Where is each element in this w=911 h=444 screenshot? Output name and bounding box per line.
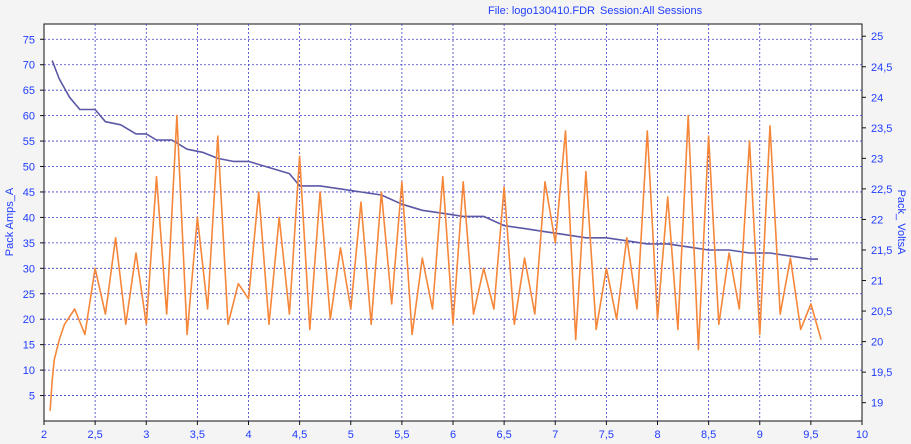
y-left-tick-label: 45 — [23, 187, 35, 199]
x-tick-label: 3,5 — [190, 429, 205, 441]
x-tick-label: 9,5 — [803, 429, 818, 441]
y-right-tick-label: 19,5 — [871, 367, 892, 379]
y-left-tick-label: 55 — [23, 136, 35, 148]
x-tick-label: 8,5 — [701, 429, 716, 441]
y-left-tick-label: 25 — [23, 289, 35, 301]
x-tick-label: 5,5 — [394, 429, 409, 441]
x-tick-label: 8 — [654, 429, 660, 441]
y-axis-right-title: Pack_ VoltsA — [895, 190, 907, 255]
x-tick-label: 7 — [552, 429, 558, 441]
y-right-tick-label: 22,5 — [871, 184, 892, 196]
chart-container: File: logo130410.FDR Session:All Session… — [0, 0, 911, 444]
y-right-tick-label: 20 — [871, 337, 883, 349]
x-tick-label: 3 — [143, 429, 149, 441]
y-axis-left-title: Pack Amps_A — [4, 187, 16, 256]
x-tick-label: 5 — [348, 429, 354, 441]
y-left-tick-label: 40 — [23, 212, 35, 224]
y-left-tick-label: 60 — [23, 111, 35, 123]
y-right-tick-label: 21 — [871, 276, 883, 288]
x-tick-label: 6 — [450, 429, 456, 441]
chart-svg: File: logo130410.FDR Session:All Session… — [4, 5, 907, 441]
y-right-tick-label: 23 — [871, 153, 883, 165]
file-label: File: logo130410.FDR — [488, 5, 595, 17]
x-tick-label: 6,5 — [496, 429, 511, 441]
y-right-tick-label: 23,5 — [871, 123, 892, 135]
y-left-tick-label: 15 — [23, 340, 35, 352]
session-label: Session:All Sessions — [600, 5, 703, 17]
y-left-tick-label: 30 — [23, 263, 35, 275]
y-right-tick-label: 24,5 — [871, 62, 892, 74]
y-right-tick-label: 20,5 — [871, 306, 892, 318]
x-tick-label: 4 — [245, 429, 251, 441]
x-tick-label: 2 — [41, 429, 47, 441]
y-right-tick-label: 22 — [871, 214, 883, 226]
x-tick-label: 2,5 — [87, 429, 102, 441]
y-left-tick-label: 75 — [23, 34, 35, 46]
y-left-tick-label: 65 — [23, 85, 35, 97]
x-tick-label: 4,5 — [292, 429, 307, 441]
x-tick-label: 10 — [856, 429, 868, 441]
x-tick-label: 9 — [757, 429, 763, 441]
y-right-tick-label: 21,5 — [871, 245, 892, 257]
y-right-tick-label: 19 — [871, 398, 883, 410]
y-left-tick-label: 10 — [23, 365, 35, 377]
y-left-tick-label: 35 — [23, 238, 35, 250]
y-left-tick-label: 70 — [23, 60, 35, 72]
y-left-tick-label: 20 — [23, 314, 35, 326]
y-right-tick-label: 24 — [871, 92, 883, 104]
y-left-tick-label: 50 — [23, 162, 35, 174]
x-tick-label: 7,5 — [599, 429, 614, 441]
y-left-tick-label: 5 — [29, 391, 35, 403]
y-right-tick-label: 25 — [871, 31, 883, 43]
